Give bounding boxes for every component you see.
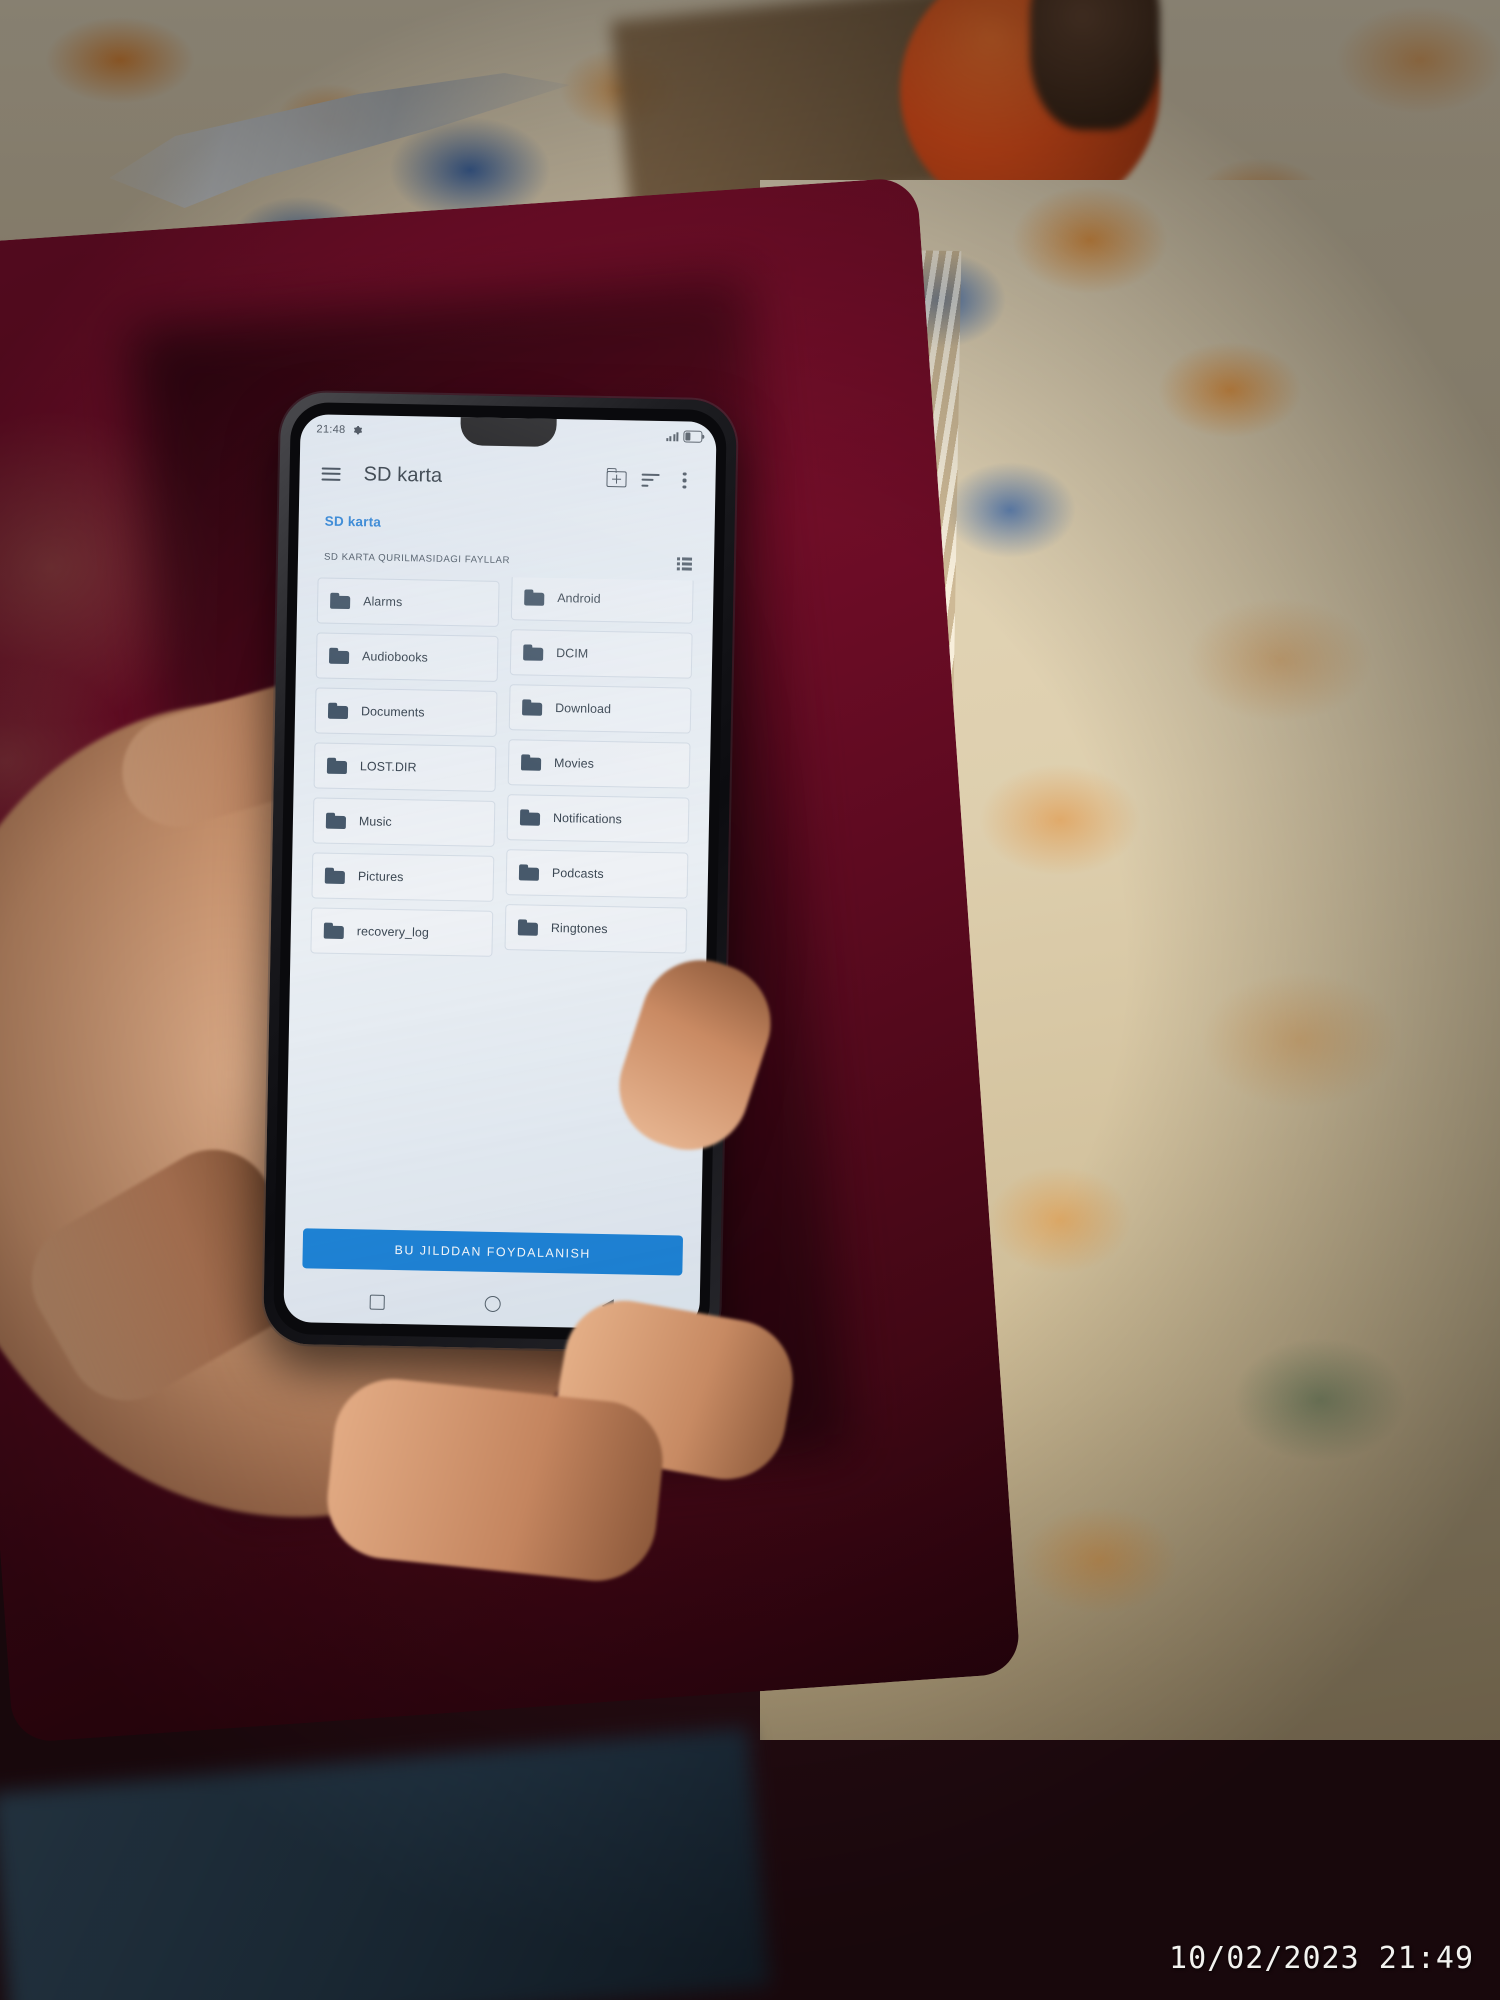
folder-icon xyxy=(518,864,540,881)
signal-bars-icon xyxy=(666,431,679,442)
folder-item-label: Audiobooks xyxy=(361,649,429,665)
circle-icon[interactable] xyxy=(485,1295,502,1313)
folder-item[interactable]: Android xyxy=(510,574,694,624)
folder-icon xyxy=(328,647,350,665)
folder-icon xyxy=(522,699,543,716)
folder-icon xyxy=(324,867,345,885)
folder-icon xyxy=(326,757,348,775)
folder-icon xyxy=(325,812,347,830)
status-bar-right xyxy=(666,430,703,443)
folder-item-label: Documents xyxy=(360,704,425,720)
folder-item-label: Podcasts xyxy=(551,865,604,881)
folder-item[interactable]: Ringtones xyxy=(504,904,688,954)
folder-item-label: Android xyxy=(557,591,601,606)
folder-item[interactable]: recovery_log xyxy=(310,907,494,957)
section-header-label: SD KARTA QURILMASIDAGI FAYLLAR xyxy=(323,551,511,567)
smartphone-device: 21:48 SD karta SD karta SD KARTA QURILMA… xyxy=(262,391,738,1353)
folder-item[interactable]: Music xyxy=(312,797,496,847)
folder-item[interactable]: Movies xyxy=(507,739,691,789)
app-bar: SD karta xyxy=(299,444,716,510)
folder-item[interactable]: Audiobooks xyxy=(315,632,499,682)
breadcrumb-current[interactable]: SD karta xyxy=(325,514,382,530)
folder-icon xyxy=(520,754,542,771)
folder-item-label: Pictures xyxy=(357,869,404,885)
folder-icon xyxy=(327,702,349,720)
more-vertical-icon[interactable] xyxy=(667,463,702,498)
folder-item-label: LOST.DIR xyxy=(359,759,417,775)
folder-icon xyxy=(523,644,544,661)
folder-icon xyxy=(323,922,344,940)
folder-item[interactable]: Download xyxy=(508,684,692,734)
folder-icon xyxy=(524,589,545,606)
folder-item[interactable]: Alarms xyxy=(316,577,500,627)
gear-icon xyxy=(353,426,363,435)
folder-item-label: recovery_log xyxy=(356,924,430,940)
hamburger-menu-icon[interactable] xyxy=(313,456,348,491)
phone-screen: 21:48 SD karta SD karta SD KARTA QURILMA… xyxy=(283,414,717,1330)
status-bar-clock: 21:48 xyxy=(316,423,346,436)
folder-item-label: DCIM xyxy=(556,646,589,661)
folder-item-label: Download xyxy=(555,701,612,717)
list-view-icon[interactable] xyxy=(676,557,693,571)
folder-icon xyxy=(517,919,539,936)
ring-finger xyxy=(321,1373,669,1587)
folder-icon xyxy=(330,592,351,610)
new-folder-icon[interactable] xyxy=(599,462,634,497)
folder-item[interactable]: Pictures xyxy=(311,852,495,902)
folder-item-label: Ringtones xyxy=(550,920,608,937)
folder-item[interactable]: Podcasts xyxy=(505,849,689,899)
folder-item-label: Alarms xyxy=(363,594,403,610)
folder-item-label: Music xyxy=(358,814,392,829)
sort-icon[interactable] xyxy=(633,462,668,497)
battery-icon xyxy=(683,430,703,443)
folder-icon xyxy=(519,809,541,826)
page-title: SD karta xyxy=(363,462,443,487)
folder-item-label: Movies xyxy=(553,756,595,771)
square-icon[interactable] xyxy=(369,1294,386,1310)
folder-item[interactable]: Notifications xyxy=(506,794,690,844)
folder-item[interactable]: Documents xyxy=(314,687,498,737)
folder-item[interactable]: LOST.DIR xyxy=(313,742,497,792)
action-button-container: BU JILDDAN FOYDALANISH xyxy=(284,1228,701,1286)
camera-timestamp-watermark: 10/02/2023 21:49 xyxy=(1169,1941,1474,1976)
status-bar-left: 21:48 xyxy=(316,423,363,436)
folder-item-label: Notifications xyxy=(552,811,622,827)
use-this-folder-button[interactable]: BU JILDDAN FOYDALANISH xyxy=(302,1228,684,1276)
folder-item[interactable]: DCIM xyxy=(509,629,693,679)
